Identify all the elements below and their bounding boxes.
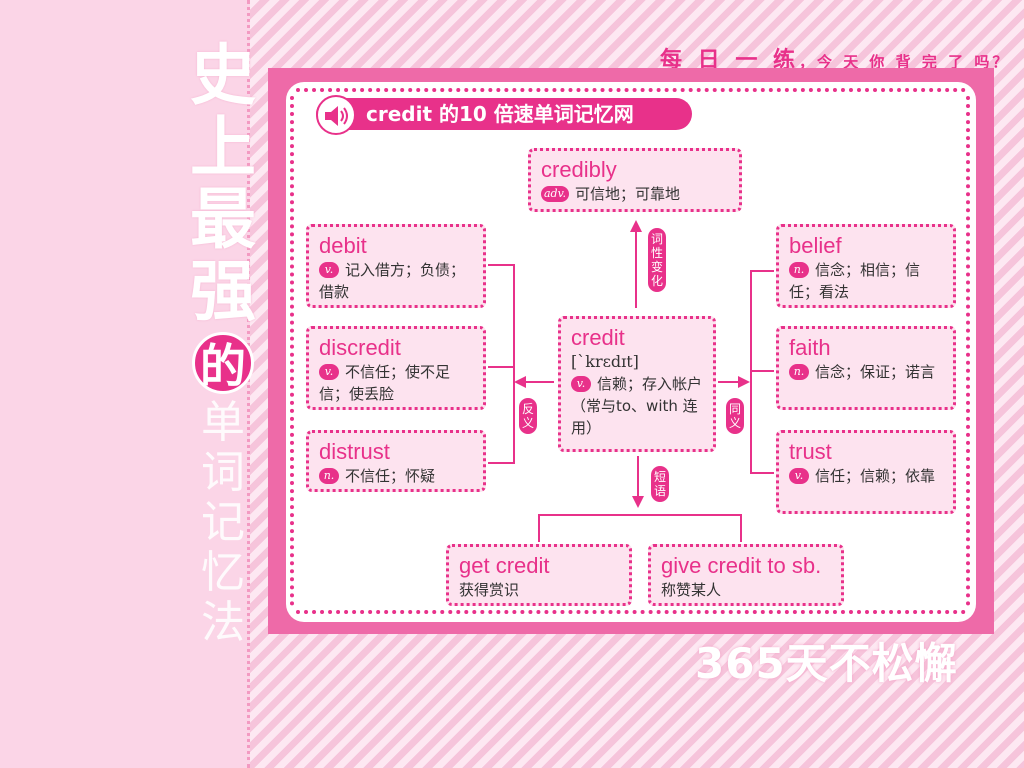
card-word: give credit to sb. (661, 553, 822, 578)
side-subtitle-char: 单 (201, 397, 245, 448)
side-title-char: 最 (190, 181, 256, 258)
dotted-border-right (966, 96, 970, 606)
pos-badge: n. (789, 364, 809, 380)
connector-line (635, 230, 637, 308)
connector-line (488, 366, 514, 368)
card-word: faith (789, 335, 831, 360)
pos-badge: v. (571, 376, 591, 392)
arrow-up-icon (630, 220, 642, 232)
side-subtitle-char: 法 (201, 597, 245, 648)
derivation-card: credibly adv. 可信地；可靠地 (528, 148, 742, 212)
connector-line (488, 264, 514, 266)
dotted-border-top (296, 88, 966, 92)
connector-line (718, 381, 740, 383)
connector-line (524, 381, 554, 383)
arrow-down-icon (632, 496, 644, 508)
dotted-border-bottom (296, 610, 966, 614)
connector-line (637, 456, 639, 498)
left-panel: 史 上 最 强 的 单 词 记 忆 法 (0, 0, 256, 768)
pos-badge: v. (319, 262, 339, 278)
derivation-tag: 词性变化 (648, 228, 666, 292)
phrase-card: give credit to sb. 称赞某人 (648, 544, 844, 606)
pos-badge: n. (319, 468, 339, 484)
connector-line (513, 264, 515, 464)
bottom-slogan: 365天不松懈 (695, 639, 958, 688)
connector-line (740, 514, 742, 542)
card-definition: 信任；信赖；依靠 (815, 467, 936, 485)
dotted-border-left (290, 96, 294, 606)
connector-line (750, 270, 774, 272)
connector-line (488, 462, 514, 464)
connector-line (538, 514, 742, 516)
card-word: get credit (459, 553, 550, 578)
side-title-char: 史 (190, 37, 256, 114)
arrow-right-icon (738, 376, 750, 388)
side-title-char: 强 (190, 253, 256, 330)
side-title-de: 的 (192, 332, 254, 394)
side-subtitle-char: 忆 (201, 547, 245, 598)
card-word: debit (319, 233, 367, 258)
card-word: distrust (319, 439, 390, 464)
card-word: trust (789, 439, 832, 464)
antonym-tag: 反义 (519, 398, 537, 434)
card-word: credibly (541, 157, 617, 182)
card-definition: 记入借方；负债；借款 (319, 261, 466, 301)
pos-badge: v. (319, 364, 339, 380)
card-word: belief (789, 233, 842, 258)
card-definition: 信念；保证；诺言 (815, 363, 936, 381)
antonym-card: debit v. 记入借方；负债；借款 (306, 224, 486, 308)
side-title-char: 上 (190, 109, 256, 186)
center-word: credit (571, 325, 625, 350)
connector-line (750, 472, 774, 474)
antonym-card: discredit v. 不信任；使不足信；使丢脸 (306, 326, 486, 410)
arrow-left-icon (514, 376, 526, 388)
side-title: 史 上 最 强 的 单 词 记 忆 法 (183, 40, 263, 648)
speaker-icon[interactable] (316, 95, 356, 135)
synonym-card: belief n. 信念；相信；信任；看法 (776, 224, 956, 308)
center-word-card: credit [ˋkrɛdɪt] v. 信赖；存入帐户（常与to、with 连用） (558, 316, 716, 452)
phrase-tag: 短语 (651, 466, 669, 502)
phrase-card: get credit 获得赏识 (446, 544, 632, 606)
card-definition: 获得赏识 (459, 581, 520, 599)
synonym-tag: 同义 (726, 398, 744, 434)
pos-badge: v. (789, 468, 809, 484)
connector-line (538, 514, 540, 542)
connector-line (750, 270, 752, 474)
card-word: discredit (319, 335, 401, 360)
side-subtitle-char: 词 (201, 447, 245, 498)
card-definition: 不信任；怀疑 (345, 467, 436, 485)
card-definition: 可信地；可靠地 (575, 185, 681, 203)
side-subtitle-char: 记 (201, 497, 245, 548)
connector-line (750, 370, 774, 372)
pos-badge: n. (789, 262, 809, 278)
antonym-card: distrust n. 不信任；怀疑 (306, 430, 486, 492)
header-title: credit 的10 倍速单词记忆网 (316, 98, 692, 130)
pos-badge: adv. (541, 186, 570, 202)
center-phonetic: [ˋkrɛdɪt] (571, 352, 639, 371)
synonym-card: faith n. 信念；保证；诺言 (776, 326, 956, 410)
synonym-card: trust v. 信任；信赖；依靠 (776, 430, 956, 514)
card-definition: 称赞某人 (661, 581, 722, 599)
